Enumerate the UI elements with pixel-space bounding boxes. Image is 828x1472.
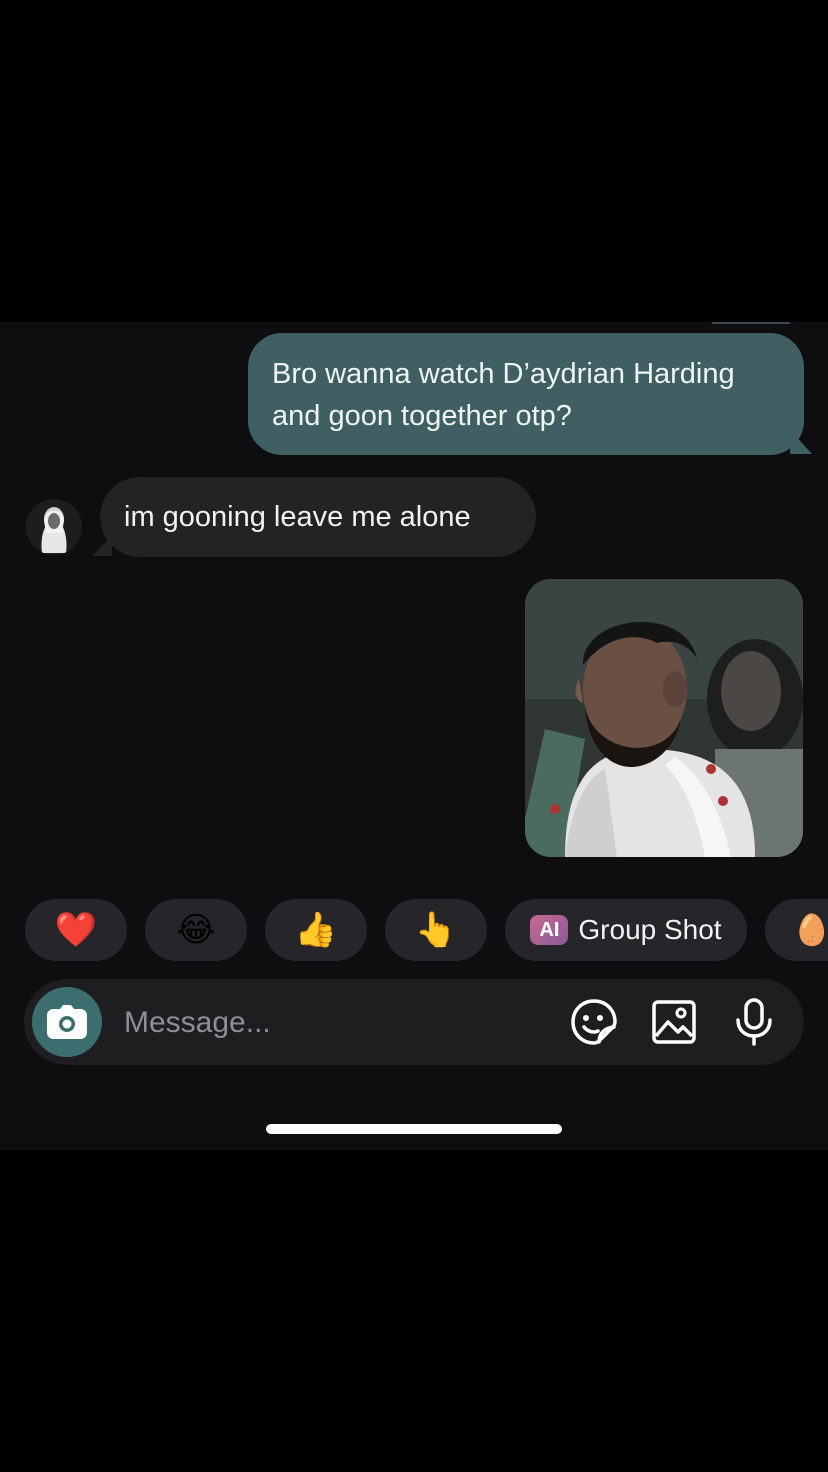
message-composer xyxy=(24,979,804,1065)
camera-icon xyxy=(47,1005,87,1039)
photo-message[interactable] xyxy=(525,579,803,857)
camera-button[interactable] xyxy=(32,987,102,1057)
incoming-message-bubble[interactable]: im gooning leave me alone xyxy=(100,477,536,557)
incoming-bubble-tail xyxy=(92,536,112,556)
pointing-reaction-button[interactable]: 👆 xyxy=(385,899,487,961)
home-indicator[interactable] xyxy=(266,1124,562,1134)
message-input[interactable] xyxy=(122,999,546,1047)
microphone-icon[interactable] xyxy=(730,998,778,1046)
gallery-icon[interactable] xyxy=(650,998,698,1046)
previous-message-edge xyxy=(712,322,790,324)
sticker-icon[interactable] xyxy=(570,998,618,1046)
egg-reaction-button[interactable]: 🥚 xyxy=(765,899,828,961)
ai-badge-icon: AI xyxy=(530,915,569,945)
thumbs-up-reaction-button[interactable]: 👍 xyxy=(265,899,367,961)
egg-icon: 🥚 xyxy=(793,913,828,947)
heart-reaction-button[interactable]: ❤️ xyxy=(25,899,127,961)
chat-screen: Bro wanna watch D’aydrian Harding and go… xyxy=(0,322,828,1150)
heart-icon: ❤️ xyxy=(54,911,98,949)
incoming-message-text: im gooning leave me alone xyxy=(124,501,471,533)
quick-reactions: ❤️ 😂 👍 👆 AI Group Shot 🥚 xyxy=(0,899,828,961)
thumbs-up-icon: 👍 xyxy=(294,911,338,949)
group-shot-label: Group Shot xyxy=(578,914,722,945)
outgoing-message-bubble[interactable]: Bro wanna watch D’aydrian Harding and go… xyxy=(248,333,804,455)
group-shot-button[interactable]: AI Group Shot xyxy=(505,899,747,961)
laugh-reaction-button[interactable]: 😂 xyxy=(145,899,247,961)
laughing-face-icon: 😂 xyxy=(176,911,216,949)
pointing-hand-icon: 👆 xyxy=(414,911,458,949)
outgoing-message-text: Bro wanna watch D’aydrian Harding and go… xyxy=(272,358,735,432)
avatar[interactable] xyxy=(26,499,82,555)
